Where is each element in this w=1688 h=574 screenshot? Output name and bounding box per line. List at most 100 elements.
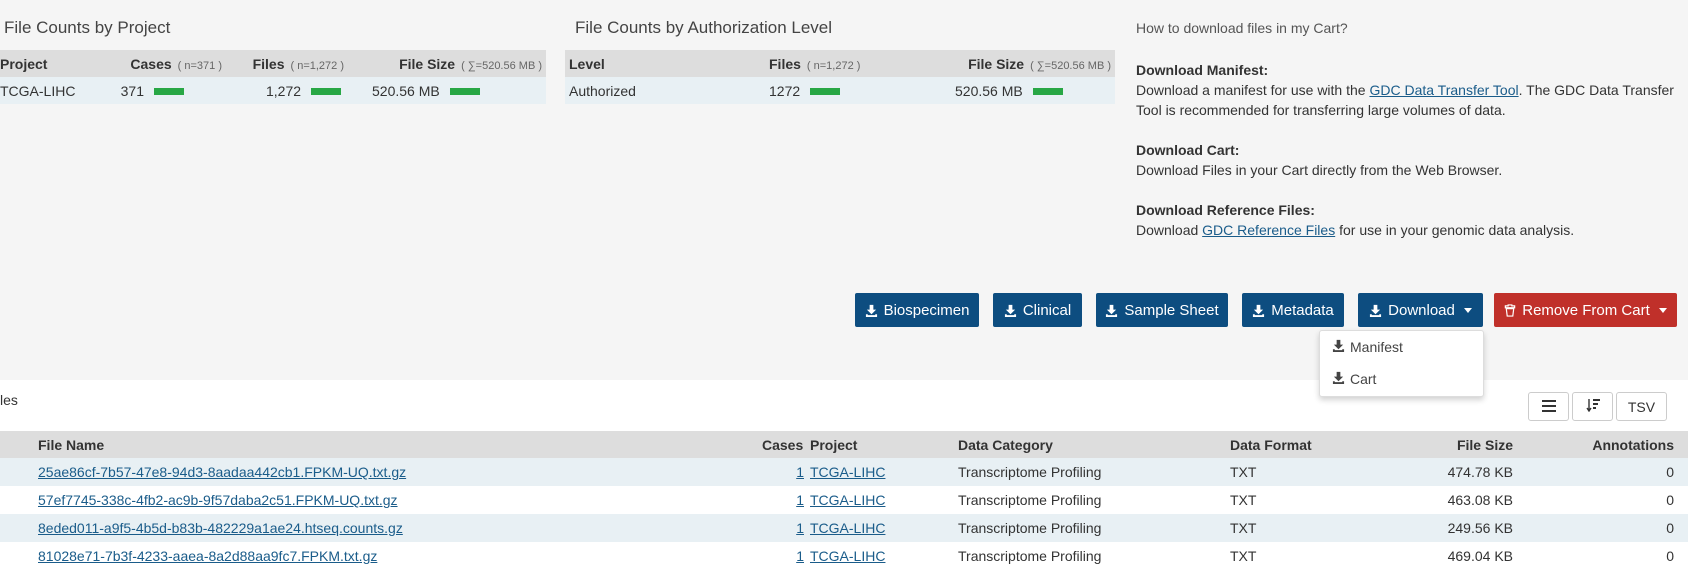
cases-header[interactable]: Cases — [762, 431, 803, 458]
auth-files-header: Files( n=1,272 ) — [765, 50, 935, 77]
reference-help-text: Download GDC Reference Files for use in … — [1136, 222, 1575, 238]
project-panel-title: File Counts by Project — [4, 18, 171, 37]
table-row: 57ef7745-338c-4fb2-ac9b-9f57daba2c51.FPK… — [0, 486, 1688, 514]
auth-size-bar — [1032, 88, 1063, 96]
annotations-cell: 0 — [1666, 492, 1674, 508]
project-link[interactable]: TCGA-LIHC — [810, 542, 885, 570]
list-icon — [1541, 399, 1556, 415]
table-row: 25ae86cf-7b57-47e8-94d3-8aadaa442cb1.FPK… — [0, 458, 1688, 486]
files-header: Files( n=1,272 ) — [226, 50, 348, 77]
cart-help-title: Download Cart: — [1136, 142, 1240, 158]
cases-link[interactable]: 1 — [796, 458, 804, 486]
clinical-button[interactable]: Clinical — [993, 293, 1082, 327]
biospecimen-button[interactable]: Biospecimen — [855, 293, 979, 327]
data-format-cell: TXT — [1230, 492, 1257, 508]
cases-cell: 371 — [106, 77, 226, 104]
auth-panel-title: File Counts by Authorization Level — [575, 18, 833, 37]
file-name-link[interactable]: 8eded011-a9f5-4b5d-b83b-482229a1ae24.hts… — [38, 514, 403, 542]
trash-icon — [1504, 303, 1516, 317]
file-name-header[interactable]: File Name — [38, 431, 104, 458]
cases-bar — [154, 88, 184, 96]
file-size-cell: 474.78 KB — [1447, 464, 1513, 480]
data-format-cell: TXT — [1230, 520, 1257, 536]
cart-help-text: Download Files in your Cart directly fro… — [1136, 162, 1503, 178]
annotations-cell: 0 — [1666, 548, 1674, 564]
data-format-header[interactable]: Data Format — [1230, 431, 1312, 458]
metadata-button[interactable]: Metadata — [1242, 293, 1344, 327]
file-size-cell: 463.08 KB — [1447, 492, 1513, 508]
file-size-cell: 520.56 MB — [348, 77, 546, 104]
project-link[interactable]: TCGA-LIHC — [810, 486, 885, 514]
file-size-bar — [449, 88, 480, 96]
download-icon — [1332, 371, 1350, 387]
remove-from-cart-button[interactable]: Remove From Cart — [1494, 293, 1677, 327]
file-size-header[interactable]: File Size — [1457, 431, 1513, 458]
download-dropdown-menu: Manifest Cart — [1319, 330, 1484, 397]
auth-files-cell: 1272 — [765, 77, 935, 104]
data-category-cell: Transcriptome Profiling — [958, 548, 1102, 564]
data-category-cell: Transcriptome Profiling — [958, 520, 1102, 536]
data-category-cell: Transcriptome Profiling — [958, 492, 1102, 508]
level-header: Level — [565, 50, 765, 77]
file-name-link[interactable]: 57ef7745-338c-4fb2-ac9b-9f57daba2c51.FPK… — [38, 486, 398, 514]
files-panel: les TSV File Name Cases Project Data Cat… — [0, 380, 1688, 574]
file-size-header: File Size( ∑=520.56 MB ) — [348, 50, 546, 77]
help-question: How to download files in my Cart? — [1136, 20, 1348, 36]
files-cell: 1,272 — [226, 77, 348, 104]
data-format-cell: TXT — [1230, 464, 1257, 480]
download-icon — [865, 304, 878, 317]
sort-icon — [1585, 398, 1600, 415]
reference-help-title: Download Reference Files: — [1136, 202, 1315, 218]
project-counts-table: Project Cases( n=371 ) Files( n=1,272 ) … — [0, 50, 546, 104]
table-row: 81028e71-7b3f-4233-aaea-8a2d88aa9fc7.FPK… — [0, 542, 1688, 570]
data-category-cell: Transcriptome Profiling — [958, 464, 1102, 480]
reference-files-link[interactable]: GDC Reference Files — [1202, 222, 1335, 238]
file-name-link[interactable]: 25ae86cf-7b57-47e8-94d3-8aadaa442cb1.FPK… — [38, 458, 406, 486]
auth-size-cell: 520.56 MB — [935, 77, 1115, 104]
chevron-down-icon — [1463, 307, 1472, 313]
auth-size-header: File Size( ∑=520.56 MB ) — [935, 50, 1115, 77]
download-icon — [1105, 304, 1118, 317]
column-list-button[interactable] — [1528, 392, 1569, 421]
files-panel-title: les — [0, 392, 18, 408]
auth-counts-table: Level Files( n=1,272 ) File Size( ∑=520.… — [565, 50, 1115, 104]
level-cell: Authorized — [565, 77, 765, 104]
project-link[interactable]: TCGA-LIHC — [810, 458, 885, 486]
download-icon — [1252, 304, 1265, 317]
file-name-link[interactable]: 81028e71-7b3f-4233-aaea-8a2d88aa9fc7.FPK… — [38, 542, 377, 570]
annotations-cell: 0 — [1666, 464, 1674, 480]
chevron-down-icon — [1658, 307, 1667, 313]
download-manifest-item[interactable]: Manifest — [1320, 331, 1483, 363]
data-transfer-tool-link[interactable]: GDC Data Transfer Tool — [1369, 82, 1518, 98]
cases-header: Cases( n=371 ) — [106, 50, 226, 77]
table-row: 8eded011-a9f5-4b5d-b83b-482229a1ae24.hts… — [0, 514, 1688, 542]
project-header[interactable]: Project — [810, 431, 857, 458]
annotations-header[interactable]: Annotations — [1592, 431, 1674, 458]
files-bar — [311, 88, 342, 96]
auth-files-bar — [810, 88, 841, 96]
project-header: Project — [0, 50, 106, 77]
tsv-export-button[interactable]: TSV — [1616, 392, 1667, 421]
sample-sheet-button[interactable]: Sample Sheet — [1096, 293, 1228, 327]
manifest-help-title: Download Manifest: — [1136, 62, 1269, 78]
cases-link[interactable]: 1 — [796, 542, 804, 570]
cases-link[interactable]: 1 — [796, 486, 804, 514]
files-table-header: File Name Cases Project Data Category Da… — [0, 431, 1688, 458]
data-category-header[interactable]: Data Category — [958, 431, 1053, 458]
sort-button[interactable] — [1572, 392, 1613, 421]
download-help: How to download files in my Cart? Downlo… — [1136, 18, 1676, 240]
cases-link[interactable]: 1 — [796, 514, 804, 542]
file-size-cell: 469.04 KB — [1447, 548, 1513, 564]
download-icon — [1004, 304, 1017, 317]
files-table: File Name Cases Project Data Category Da… — [0, 431, 1688, 570]
data-format-cell: TXT — [1230, 548, 1257, 564]
file-size-cell: 249.56 KB — [1447, 520, 1513, 536]
download-icon — [1369, 304, 1382, 317]
download-icon — [1332, 339, 1350, 355]
annotations-cell: 0 — [1666, 520, 1674, 536]
project-link[interactable]: TCGA-LIHC — [810, 514, 885, 542]
project-cell: TCGA-LIHC — [0, 77, 106, 104]
download-cart-item[interactable]: Cart — [1320, 363, 1483, 395]
manifest-help-text: Download a manifest for use with the GDC… — [1136, 82, 1674, 118]
download-button[interactable]: Download — [1358, 293, 1483, 327]
